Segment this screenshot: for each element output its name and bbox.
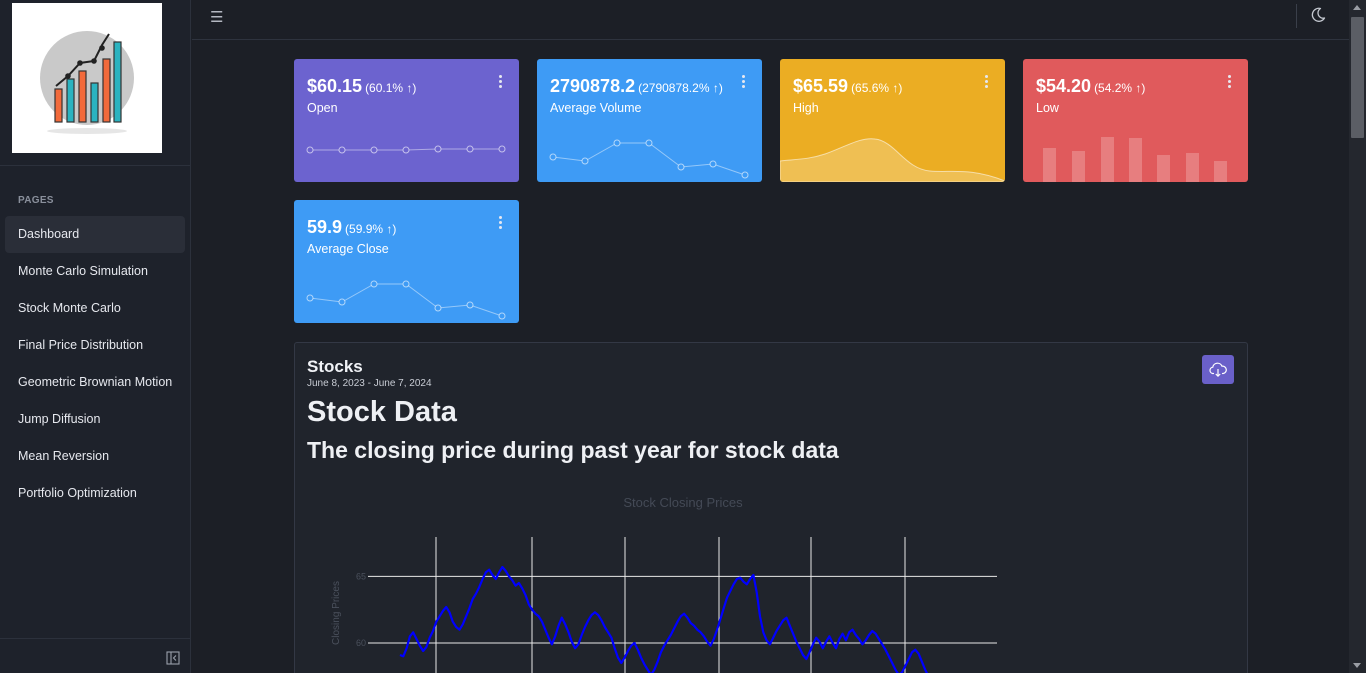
- stat-change: (2790878.2% ↑): [638, 81, 723, 95]
- download-button[interactable]: [1202, 355, 1234, 384]
- stat-value: $65.59: [793, 76, 849, 96]
- high-area-sparkline: [780, 138, 1005, 182]
- app-logo[interactable]: [12, 3, 162, 153]
- open-sparkline: [306, 145, 506, 154]
- stat-value: $54.20: [1036, 76, 1092, 96]
- stat-label: Low: [1036, 101, 1059, 115]
- y-tick-label: 60: [356, 638, 366, 648]
- card-menu-icon[interactable]: [499, 216, 503, 230]
- cloud-download-icon: [1209, 362, 1227, 378]
- stat-label: Open: [307, 101, 338, 115]
- sidebar-item-monte-carlo-simulation[interactable]: Monte Carlo Simulation: [5, 253, 185, 290]
- sidebar-item-geometric-brownian-motion[interactable]: Geometric Brownian Motion: [5, 364, 185, 401]
- stat-change: (59.9% ↑): [345, 222, 397, 236]
- stat-value: 2790878.2: [550, 76, 636, 96]
- stat-card-low: $54.20 (54.2% ↑) Low: [1023, 59, 1248, 182]
- volume-sparkline: [549, 139, 749, 179]
- close-sparkline: [306, 280, 506, 320]
- card-menu-icon[interactable]: [985, 75, 989, 89]
- closing-price-series-line: [399, 565, 929, 673]
- stat-card-high: $65.59 (65.6% ↑) High: [780, 59, 1005, 182]
- closing-price-chart: 60 65 Closing Prices: [331, 537, 997, 673]
- stat-change: (60.1% ↑): [365, 81, 417, 95]
- chart-logo-icon: [40, 31, 134, 134]
- y-axis-label: Closing Prices: [331, 581, 342, 645]
- y-tick-label: 65: [356, 571, 366, 581]
- stat-change: (65.6% ↑): [851, 81, 903, 95]
- sidebar-item-jump-diffusion[interactable]: Jump Diffusion: [5, 401, 185, 438]
- card-menu-icon[interactable]: [742, 75, 746, 89]
- topbar-divider: [1296, 4, 1297, 28]
- card-menu-icon[interactable]: [1228, 75, 1232, 89]
- stock-data-subheading: The closing price during past year for s…: [307, 437, 839, 463]
- sidebar-item-stock-monte-carlo[interactable]: Stock Monte Carlo: [5, 290, 185, 327]
- sidebar: PAGES Dashboard Monte Carlo Simulation S…: [0, 0, 191, 673]
- sidebar-collapse-icon[interactable]: [166, 651, 180, 665]
- sidebar-item-final-price-distribution[interactable]: Final Price Distribution: [5, 327, 185, 364]
- dark-mode-toggle-icon[interactable]: [1309, 6, 1327, 24]
- sidebar-nav: Dashboard Monte Carlo Simulation Stock M…: [5, 216, 185, 512]
- sidebar-item-portfolio-optimization[interactable]: Portfolio Optimization: [5, 475, 185, 512]
- card-menu-icon[interactable]: [499, 75, 503, 89]
- stat-value: 59.9: [307, 217, 343, 237]
- stat-label: High: [793, 101, 819, 115]
- sidebar-item-mean-reversion[interactable]: Mean Reversion: [5, 438, 185, 475]
- stat-card-average-close: 59.9 (59.9% ↑) Average Close: [294, 200, 519, 323]
- nav-section-label: PAGES: [18, 195, 54, 206]
- sidebar-item-dashboard[interactable]: Dashboard: [5, 216, 185, 253]
- scroll-down-arrow-icon[interactable]: [1353, 663, 1361, 668]
- stock-data-heading: Stock Data: [307, 396, 457, 428]
- low-bar-sparkline: [1043, 137, 1227, 182]
- stat-label: Average Volume: [550, 101, 642, 115]
- page-scrollbar[interactable]: [1349, 0, 1366, 673]
- menu-toggle-icon[interactable]: ☰: [210, 8, 223, 26]
- panel-title: Stocks: [307, 357, 363, 376]
- stat-label: Average Close: [307, 242, 389, 256]
- topbar: ☰: [192, 0, 1349, 40]
- sidebar-footer-divider: [0, 638, 191, 639]
- stocks-panel: Stocks June 8, 2023 - June 7, 2024 Stock…: [294, 342, 1248, 673]
- logo-divider: [0, 165, 191, 166]
- stat-card-open: $60.15 (60.1% ↑) Open: [294, 59, 519, 182]
- stat-change: (54.2% ↑): [1094, 81, 1146, 95]
- stat-card-average-volume: 2790878.2 (2790878.2% ↑) Average Volume: [537, 59, 762, 182]
- date-range: June 8, 2023 - June 7, 2024: [307, 378, 432, 389]
- scroll-up-arrow-icon[interactable]: [1353, 5, 1361, 10]
- stat-value: $60.15: [307, 76, 363, 96]
- scrollbar-thumb[interactable]: [1351, 17, 1364, 138]
